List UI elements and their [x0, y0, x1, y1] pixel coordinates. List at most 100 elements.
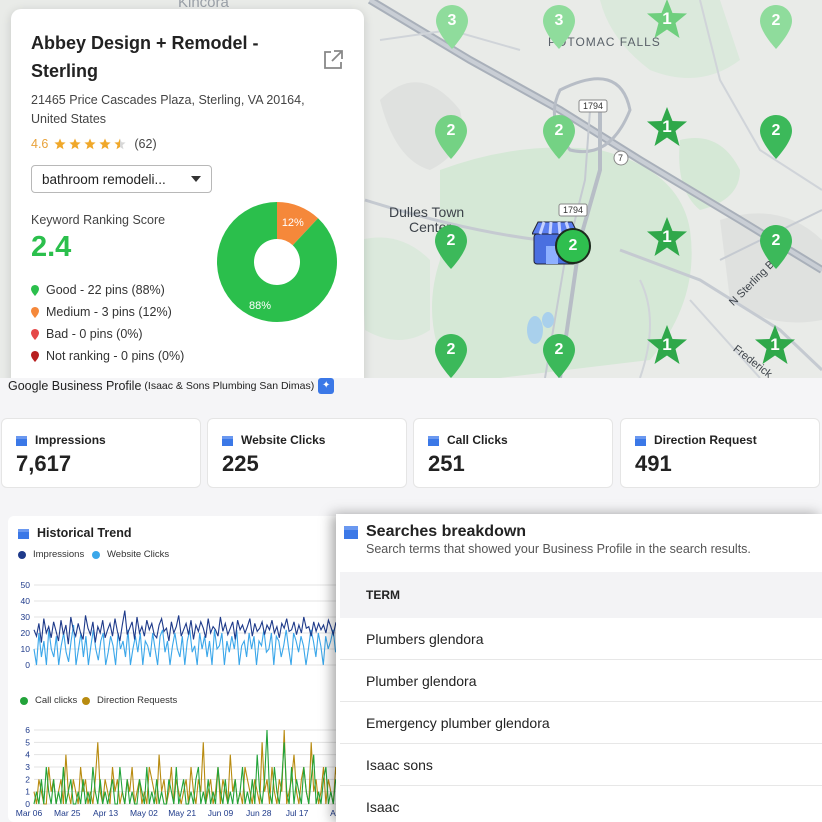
gbp-logo-icon: ✦ — [318, 378, 335, 394]
legend-label: Medium - 3 pins (12%) — [46, 305, 172, 319]
gbp-store-icon — [222, 435, 233, 446]
gbp-store-icon — [18, 528, 29, 539]
map-pin[interactable]: 2 — [760, 115, 792, 159]
y-tick-label: 40 — [21, 596, 31, 606]
donut-label: 88% — [249, 300, 271, 312]
star-icon — [69, 138, 81, 150]
y-tick-label: 2 — [25, 774, 30, 784]
stat-value: 251 — [428, 451, 465, 476]
y-tick-label: 4 — [25, 750, 30, 760]
map-pin[interactable]: 2 — [543, 334, 575, 378]
legend-label: Bad - 0 pins (0%) — [46, 327, 143, 341]
rating-value: 4.6 — [31, 137, 49, 151]
map-pin[interactable]: 3 — [543, 5, 575, 49]
legend-dot — [92, 550, 100, 559]
y-tick-label: 6 — [25, 725, 30, 735]
donut-slice-good — [217, 202, 337, 322]
star-icon — [99, 138, 111, 150]
x-tick-label: Jun 28 — [246, 808, 272, 818]
star-icon — [114, 138, 126, 150]
table-row: Plumber glendora — [340, 660, 822, 702]
map-pin-icon — [31, 328, 39, 340]
rating-stars — [54, 138, 126, 150]
center-rank-badge: 2 — [555, 228, 591, 264]
stat-card-direction-request: Direction Request 491 — [620, 418, 820, 488]
ranking-map[interactable]: Kincora POTOMAC FALLS Dulles Town Center… — [0, 0, 822, 378]
y-tick-label: 20 — [21, 628, 31, 638]
business-card: Abbey Design + Remodel - Sterling 21465 … — [11, 9, 364, 378]
historical-trend-chart: 504030201006543210Mar 06 Mar 25 Apr 13 May … — [16, 580, 348, 818]
road-shield-1794-top: 1794 — [583, 101, 604, 111]
road-shield-7: 7 — [618, 153, 624, 163]
stat-label: Direction Request — [654, 433, 757, 447]
gbp-store-icon — [16, 435, 27, 446]
legend-website-clicks[interactable]: Website Clicks — [92, 549, 169, 560]
ranking-legend: Good - 22 pins (88%) Medium - 3 pins (12%… — [31, 279, 184, 367]
map-pin[interactable]: 2 — [760, 5, 792, 49]
keyword-select[interactable]: bathroom remodeli... — [31, 165, 212, 193]
stat-value: 225 — [222, 451, 259, 476]
stat-value: 491 — [635, 451, 672, 476]
business-location-marker[interactable]: 2 — [531, 220, 594, 268]
y-tick-label: 3 — [25, 762, 30, 772]
table-row: Isaac — [340, 786, 822, 822]
star-icon — [84, 138, 96, 150]
legend-direction-requests[interactable]: Direction Requests — [82, 695, 177, 706]
legend-label: Direction Requests — [97, 695, 178, 706]
stat-label: Website Clicks — [241, 433, 326, 447]
term-column-header[interactable]: TERM — [340, 572, 822, 618]
map-pin[interactable]: 2 — [760, 225, 792, 269]
map-pin[interactable]: 2 — [435, 225, 467, 269]
gbp-header: Google Business Profile (Isaac & Sons Pl… — [8, 378, 335, 394]
map-pin[interactable]: 2 — [543, 115, 575, 159]
legend-item: Good - 22 pins (88%) — [31, 279, 184, 301]
map-star-pin[interactable]: 1 — [646, 324, 688, 366]
map-star-pin[interactable]: 1 — [646, 106, 688, 148]
searches-subtitle: Search terms that showed your Business P… — [366, 542, 751, 556]
map-pin[interactable]: 2 — [435, 115, 467, 159]
legend-dot — [20, 696, 28, 705]
external-link-icon[interactable] — [322, 49, 344, 71]
x-tick-label: Apr 13 — [93, 808, 118, 818]
x-tick-label: Mar 06 — [16, 808, 43, 818]
keyword-select-value: bathroom remodeli... — [42, 171, 166, 187]
chevron-down-icon — [191, 176, 201, 182]
stat-label: Impressions — [35, 433, 106, 447]
y-tick-label: 30 — [21, 612, 31, 622]
gbp-subtitle: (Isaac & Sons Plumbing San Dimas) — [144, 380, 315, 392]
gbp-store-icon — [428, 435, 439, 446]
map-pin-icon — [31, 350, 39, 362]
dashboard: Kincora POTOMAC FALLS Dulles Town Center… — [0, 0, 822, 822]
trend-title-row: Historical Trend — [18, 526, 131, 540]
score-value: 2.4 — [31, 231, 72, 263]
map-pin[interactable]: 3 — [436, 5, 468, 49]
legend-label: Impressions — [33, 549, 85, 560]
legend-item: Medium - 3 pins (12%) — [31, 301, 184, 323]
stat-card-call-clicks: Call Clicks 251 — [413, 418, 613, 488]
rating-row: 4.6 (62) — [31, 137, 344, 151]
historical-trend-panel: 50 40 30 20 10 0 6 5 4 3 2 1 0 Mar 06 Mar 25 Apr 13 May … — [8, 516, 348, 822]
map-pin[interactable]: 2 — [435, 334, 467, 378]
map-star-pin[interactable]: 1 — [754, 324, 796, 366]
legend-call-clicks[interactable]: Call clicks — [20, 695, 77, 706]
table-row: Emergency plumber glendora — [340, 702, 822, 744]
gbp-title: Google Business Profile — [8, 379, 142, 393]
legend-item: Not ranking - 0 pins (0%) — [31, 345, 184, 367]
y-tick-label: 1 — [25, 787, 30, 797]
business-name: Abbey Design + Remodel - Sterling — [31, 33, 259, 81]
map-star-pin[interactable]: 1 — [646, 0, 688, 40]
stat-card-website-clicks: Website Clicks 225 — [207, 418, 407, 488]
legend-impressions[interactable]: Impressions — [18, 549, 84, 560]
business-address: 21465 Price Cascades Plaza, Sterling, VA… — [31, 93, 305, 126]
legend-dot — [82, 696, 90, 705]
x-tick-label: Jun 09 — [208, 808, 234, 818]
searches-title: Searches breakdown — [366, 523, 527, 540]
map-star-pin[interactable]: 1 — [646, 216, 688, 258]
y-tick-label: 10 — [21, 644, 31, 654]
x-tick-label: Mar 25 — [54, 808, 81, 818]
legend-label: Not ranking - 0 pins (0%) — [46, 349, 185, 363]
road-shield-1794-bottom: 1794 — [563, 205, 584, 215]
stat-card-impressions: Impressions 7,617 — [1, 418, 201, 488]
x-tick-label: Jul 17 — [286, 808, 309, 818]
stat-label: Call Clicks — [447, 433, 508, 447]
